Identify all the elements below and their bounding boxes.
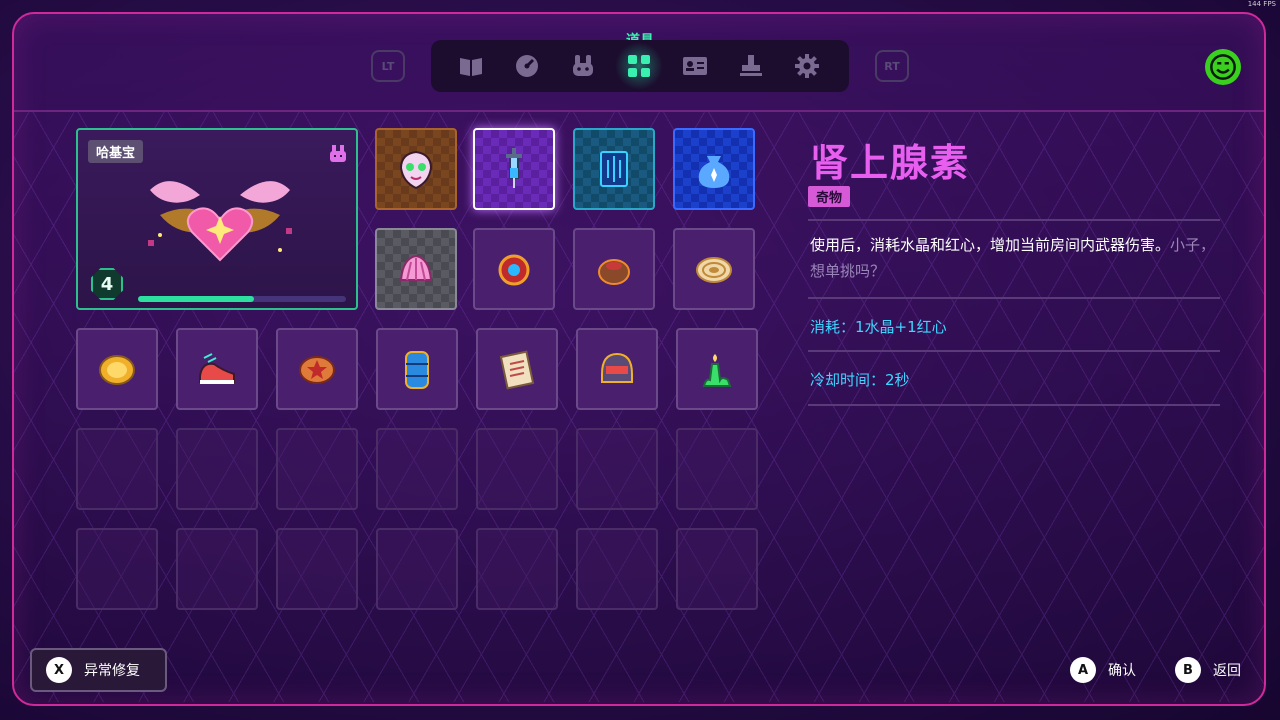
item-cost: 消耗：1水晶+1红心 [810, 318, 947, 336]
character-progress-fill [138, 296, 255, 302]
item-slot[interactable] [375, 128, 457, 210]
character-name: 哈基宝 [88, 140, 144, 163]
tab-bar [431, 40, 849, 92]
detail-divider [808, 219, 1220, 221]
item-slot-empty[interactable] [576, 528, 658, 610]
item-slot[interactable] [76, 328, 158, 410]
green-candle-icon [702, 354, 732, 387]
tab-achievements[interactable] [733, 48, 769, 84]
detail-divider [808, 404, 1220, 406]
gauge-icon [516, 55, 538, 77]
back-label: 返回 [1213, 663, 1241, 679]
fps-counter: 144 FPS [1247, 0, 1276, 8]
item-slot[interactable] [576, 328, 658, 410]
item-slot[interactable] [473, 228, 555, 310]
back-button[interactable]: B 返回 [1175, 657, 1241, 683]
item-slot[interactable] [375, 228, 457, 310]
sneaker-icon [199, 353, 235, 384]
detail-divider [808, 350, 1220, 352]
smiley-icon [1210, 54, 1236, 80]
header-divider [14, 110, 1264, 112]
item-slot-empty[interactable] [476, 428, 558, 510]
item-slot[interactable] [573, 128, 655, 210]
tab-profile[interactable] [677, 48, 713, 84]
item-slot-empty[interactable] [576, 428, 658, 510]
syringe-icon [506, 148, 522, 188]
item-slot-selected[interactable] [473, 128, 555, 210]
item-slot[interactable] [573, 228, 655, 310]
repair-label: 异常修复 [84, 663, 140, 679]
stamp-icon [740, 55, 762, 76]
item-slot-empty[interactable] [76, 428, 158, 510]
item-cooldown: 冷却时间：2秒 [810, 371, 910, 389]
item-slot[interactable] [673, 128, 755, 210]
tab-pets[interactable] [565, 48, 601, 84]
a-button-icon: A [1070, 657, 1096, 683]
gear-icon [795, 54, 819, 78]
gold-coin-icon [99, 355, 135, 385]
item-slot-empty[interactable] [376, 428, 458, 510]
item-category-tag: 奇物 [808, 186, 851, 207]
item-slot-empty[interactable] [176, 428, 258, 510]
grid-icon [628, 55, 650, 77]
detail-divider [808, 297, 1220, 299]
tab-stats[interactable] [509, 48, 545, 84]
gem-amulet-icon [498, 254, 530, 286]
blue-barrel-icon [405, 351, 429, 389]
x-button-icon: X [46, 657, 72, 683]
repair-button[interactable]: X 异常修复 [30, 648, 167, 692]
star-badge-icon [299, 356, 335, 384]
item-slot[interactable] [476, 328, 558, 410]
id-card-icon [683, 57, 707, 75]
item-slot[interactable] [673, 228, 755, 310]
tab-settings[interactable] [789, 48, 825, 84]
pink-shell-icon [399, 254, 433, 281]
pet-icon [573, 55, 593, 76]
item-slot-empty[interactable] [176, 528, 258, 610]
item-slot[interactable] [376, 328, 458, 410]
tab-items[interactable] [615, 42, 663, 90]
item-title: 肾上腺素 [810, 141, 971, 185]
item-slot[interactable] [276, 328, 358, 410]
confirm-button[interactable]: A 确认 [1070, 657, 1136, 683]
paper-scroll-icon [499, 350, 535, 390]
left-bumper-button[interactable]: LT [371, 50, 405, 82]
clay-pot-icon [598, 259, 630, 285]
character-level-badge: 4 [91, 268, 123, 300]
item-slot-empty[interactable] [376, 528, 458, 610]
item-slot-empty[interactable] [676, 428, 758, 510]
item-slot[interactable] [176, 328, 258, 410]
item-slot-empty[interactable] [276, 428, 358, 510]
item-description: 使用后，消耗水晶和红心，增加当前房间内武器伤害。小子，想单挑吗？ [810, 232, 1220, 284]
item-slot[interactable] [676, 328, 758, 410]
item-slot-empty[interactable] [76, 528, 158, 610]
right-bumper-button[interactable]: RT [875, 50, 909, 82]
book-icon [460, 58, 482, 76]
character-progress-bar [138, 296, 346, 302]
item-slot-empty[interactable] [476, 528, 558, 610]
pet-icon [330, 145, 346, 162]
spiral-disc-icon [696, 257, 732, 283]
helmet-icon [601, 352, 633, 383]
tab-codex[interactable] [453, 48, 489, 84]
winged-heart-icon [148, 181, 292, 262]
item-description-text: 使用后，消耗水晶和红心，增加当前房间内武器伤害。 [810, 236, 1171, 254]
character-card[interactable]: 哈基宝 4 [76, 128, 358, 310]
b-button-icon: B [1175, 657, 1201, 683]
confirm-label: 确认 [1108, 663, 1136, 679]
alien-mask-icon [399, 150, 433, 190]
item-slot-empty[interactable] [676, 528, 758, 610]
player-status-button[interactable] [1205, 49, 1241, 85]
item-slot-empty[interactable] [276, 528, 358, 610]
blue-tome-icon [600, 151, 628, 187]
money-bag-icon [698, 156, 730, 188]
